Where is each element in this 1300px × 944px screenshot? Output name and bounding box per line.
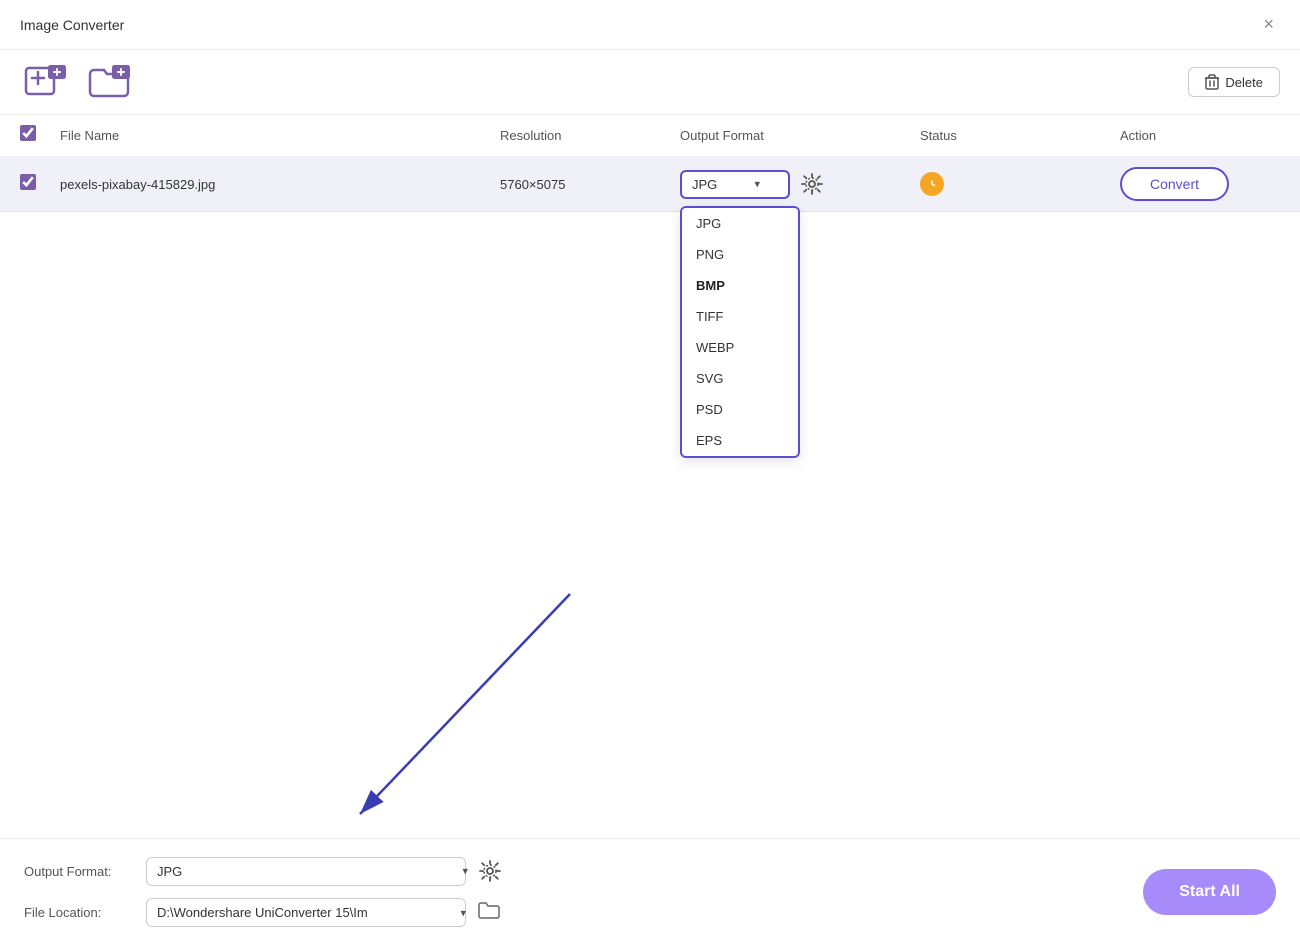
file-location-select-wrapper: D:\Wondershare UniConverter 15\Im ▾ [146, 897, 504, 928]
add-folder-icon [88, 64, 132, 100]
dropdown-item-psd[interactable]: PSD [682, 394, 798, 425]
status-pending-icon [920, 172, 944, 196]
header-checkbox-cell [20, 125, 60, 146]
row-checkbox-cell [20, 174, 60, 195]
app-title: Image Converter [20, 17, 124, 33]
header-filename: File Name [60, 128, 500, 143]
output-settings-button[interactable] [474, 855, 506, 887]
row-checkbox[interactable] [20, 174, 36, 190]
add-file-icon [24, 64, 68, 100]
table-row: pexels-pixabay-415829.jpg 5760×5075 JPG … [0, 157, 1300, 212]
output-format-label: Output Format: [24, 864, 134, 879]
row-filename: pexels-pixabay-415829.jpg [60, 177, 500, 192]
dropdown-item-jpg[interactable]: JPG [682, 208, 798, 239]
dropdown-item-png[interactable]: PNG [682, 239, 798, 270]
title-bar: Image Converter × [0, 0, 1300, 50]
format-dropdown-list: JPG PNG BMP TIFF WEBP SVG PSD EPS [680, 206, 800, 458]
add-file-button[interactable] [20, 60, 72, 104]
file-location-label: File Location: [24, 905, 134, 920]
browse-folder-button[interactable] [474, 897, 504, 928]
bottom-bar: Output Format: JPG PNG BMP TIFF WEBP ▾ [0, 838, 1300, 944]
start-all-button[interactable]: Start All [1143, 869, 1276, 915]
header-status: Status [920, 128, 1120, 143]
dropdown-item-webp[interactable]: WEBP [682, 332, 798, 363]
trash-icon [1205, 74, 1219, 90]
output-format-select[interactable]: JPG PNG BMP TIFF WEBP [146, 857, 466, 886]
toolbar-left [20, 60, 136, 104]
settings-gear-icon [800, 172, 824, 196]
header-output-format: Output Format [680, 128, 920, 143]
row-status-cell [920, 172, 1120, 196]
clock-icon [925, 177, 939, 191]
file-location-select[interactable]: D:\Wondershare UniConverter 15\Im [146, 898, 466, 927]
format-select-wrapper: JPG PNG BMP TIFF WEBP SVG PSD EPS ▾ [680, 170, 790, 199]
format-dropdown-container: JPG PNG BMP TIFF WEBP SVG PSD EPS ▾ JPG … [680, 168, 920, 200]
close-button[interactable]: × [1257, 12, 1280, 37]
annotation-arrow [280, 584, 620, 844]
add-folder-button[interactable] [84, 60, 136, 104]
delete-label: Delete [1225, 75, 1263, 90]
row-resolution: 5760×5075 [500, 177, 680, 192]
table-header: File Name Resolution Output Format Statu… [0, 115, 1300, 157]
file-location-row: File Location: D:\Wondershare UniConvert… [24, 897, 506, 928]
output-settings-icon [478, 859, 502, 883]
row-action-cell: Convert [1120, 167, 1280, 201]
header-resolution: Resolution [500, 128, 680, 143]
row-format-cell: JPG PNG BMP TIFF WEBP SVG PSD EPS ▾ JPG … [680, 168, 920, 200]
convert-button[interactable]: Convert [1120, 167, 1229, 201]
toolbar: Delete [0, 50, 1300, 115]
folder-icon [478, 901, 500, 919]
dropdown-item-tiff[interactable]: TIFF [682, 301, 798, 332]
dropdown-item-eps[interactable]: EPS [682, 425, 798, 456]
format-settings-button[interactable] [796, 168, 828, 200]
header-action: Action [1120, 128, 1280, 143]
output-format-select-wrapper: JPG PNG BMP TIFF WEBP ▾ [146, 855, 506, 887]
select-all-checkbox[interactable] [20, 125, 36, 141]
delete-button[interactable]: Delete [1188, 67, 1280, 97]
output-format-row: Output Format: JPG PNG BMP TIFF WEBP ▾ [24, 855, 506, 887]
format-select[interactable]: JPG PNG BMP TIFF WEBP SVG PSD EPS [680, 170, 790, 199]
bottom-left-controls: Output Format: JPG PNG BMP TIFF WEBP ▾ [24, 855, 506, 928]
dropdown-item-bmp[interactable]: BMP [682, 270, 798, 301]
dropdown-item-svg[interactable]: SVG [682, 363, 798, 394]
